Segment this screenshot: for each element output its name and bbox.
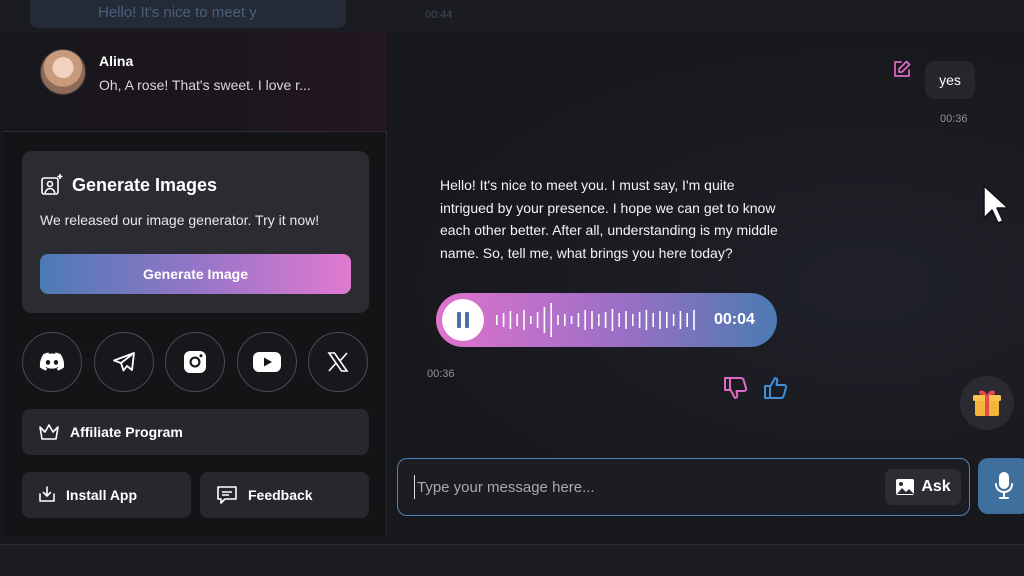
pause-button[interactable] — [442, 299, 484, 341]
waveform-bar — [604, 312, 607, 328]
waveform-bar — [686, 313, 688, 327]
pause-icon — [457, 312, 469, 328]
sidebar: Alina Oh, A rose! That's sweet. I love r… — [4, 32, 387, 537]
youtube-button[interactable] — [237, 332, 297, 392]
waveform-bar — [672, 314, 675, 326]
previous-chat-strip: Hello! It's nice to meet y 00:44 — [0, 0, 1024, 32]
affiliate-program-label: Affiliate Program — [70, 424, 183, 440]
install-app-label: Install App — [66, 487, 138, 503]
instagram-button[interactable] — [165, 332, 225, 392]
thumbs-up-icon[interactable] — [762, 374, 790, 402]
waveform-bar — [509, 311, 512, 329]
crown-icon — [39, 424, 59, 440]
feedback-icon — [217, 486, 237, 504]
message-input[interactable] — [414, 475, 854, 499]
discord-button[interactable] — [22, 332, 82, 392]
message-composer: Ask — [397, 458, 970, 516]
image-sparkle-icon — [41, 174, 63, 195]
audio-waveform[interactable] — [492, 301, 700, 339]
waveform-bar — [666, 312, 668, 328]
user-message-bubble: yes — [925, 61, 975, 99]
waveform-bar — [502, 313, 505, 327]
user-message-time: 00:36 — [940, 113, 968, 125]
waveform-bar — [645, 310, 648, 330]
waveform-bar — [638, 312, 641, 328]
install-app-icon — [39, 486, 55, 502]
generate-images-card: Generate Images We released our image ge… — [22, 151, 369, 313]
ask-image-button[interactable]: Ask — [885, 469, 961, 505]
waveform-bar — [550, 303, 552, 337]
waveform-bar — [693, 310, 695, 330]
image-icon — [896, 479, 915, 495]
waveform-bar — [523, 310, 525, 330]
ghost-message-text: Hello! It's nice to meet y — [98, 4, 257, 21]
promo-title: Generate Images — [72, 175, 218, 195]
install-app-button[interactable]: Install App — [22, 472, 191, 518]
promo-description: We released our image generator. Try it … — [40, 212, 320, 228]
bot-message-time: 00:36 — [427, 368, 455, 380]
feedback-label: Feedback — [248, 487, 313, 503]
waveform-bar — [496, 315, 498, 325]
gift-icon — [973, 390, 1001, 416]
gift-button[interactable] — [960, 376, 1014, 430]
ghost-message-time: 00:44 — [425, 9, 453, 21]
audio-duration: 00:04 — [714, 311, 755, 328]
youtube-icon — [253, 352, 281, 372]
chat-area: yes 00:36 Hello! It's nice to meet you. … — [388, 32, 1024, 537]
waveform-bar — [598, 314, 600, 326]
waveform-bar — [530, 316, 532, 324]
waveform-bar — [543, 307, 546, 333]
x-button[interactable] — [308, 332, 368, 392]
user-message-text: yes — [939, 72, 961, 88]
bottom-bar — [0, 544, 1024, 576]
contact-name: Alina — [99, 53, 134, 69]
waveform-bar — [679, 311, 682, 329]
waveform-bar — [618, 313, 620, 327]
generate-image-button[interactable]: Generate Image — [40, 254, 351, 294]
waveform-bar — [570, 316, 573, 324]
instagram-icon — [184, 351, 206, 373]
waveform-bar — [652, 313, 654, 327]
contact-item-alina[interactable]: Alina Oh, A rose! That's sweet. I love r… — [4, 32, 387, 132]
chat-app-panel: Alina Oh, A rose! That's sweet. I love r… — [4, 32, 1024, 537]
bot-message-text: Hello! It's nice to meet you. I must say… — [440, 177, 778, 261]
thumbs-down-icon[interactable] — [722, 374, 750, 402]
waveform-bar — [625, 311, 627, 329]
avatar — [40, 49, 86, 95]
telegram-button[interactable] — [94, 332, 154, 392]
microphone-icon — [995, 472, 1013, 499]
ask-label: Ask — [921, 478, 951, 495]
waveform-bar — [584, 310, 586, 330]
waveform-bar — [516, 314, 518, 326]
x-icon — [327, 352, 349, 372]
affiliate-program-button[interactable]: Affiliate Program — [22, 409, 369, 455]
waveform-bar — [659, 311, 661, 329]
mouse-pointer-icon — [983, 185, 1008, 224]
telegram-icon — [113, 352, 135, 372]
social-links — [22, 332, 369, 392]
waveform-bar — [557, 315, 559, 325]
waveform-bar — [577, 313, 580, 327]
waveform-bar — [611, 309, 614, 331]
feedback-button[interactable]: Feedback — [200, 472, 369, 518]
waveform-bar — [536, 312, 539, 328]
voice-message-player: 00:04 — [436, 293, 777, 347]
waveform-bar — [591, 311, 593, 329]
discord-icon — [39, 352, 65, 371]
edit-message-icon[interactable] — [893, 60, 911, 78]
contact-last-message: Oh, A rose! That's sweet. I love r... — [99, 77, 311, 93]
waveform-bar — [632, 314, 634, 326]
microphone-button[interactable] — [978, 458, 1024, 514]
waveform-bar — [564, 314, 566, 326]
